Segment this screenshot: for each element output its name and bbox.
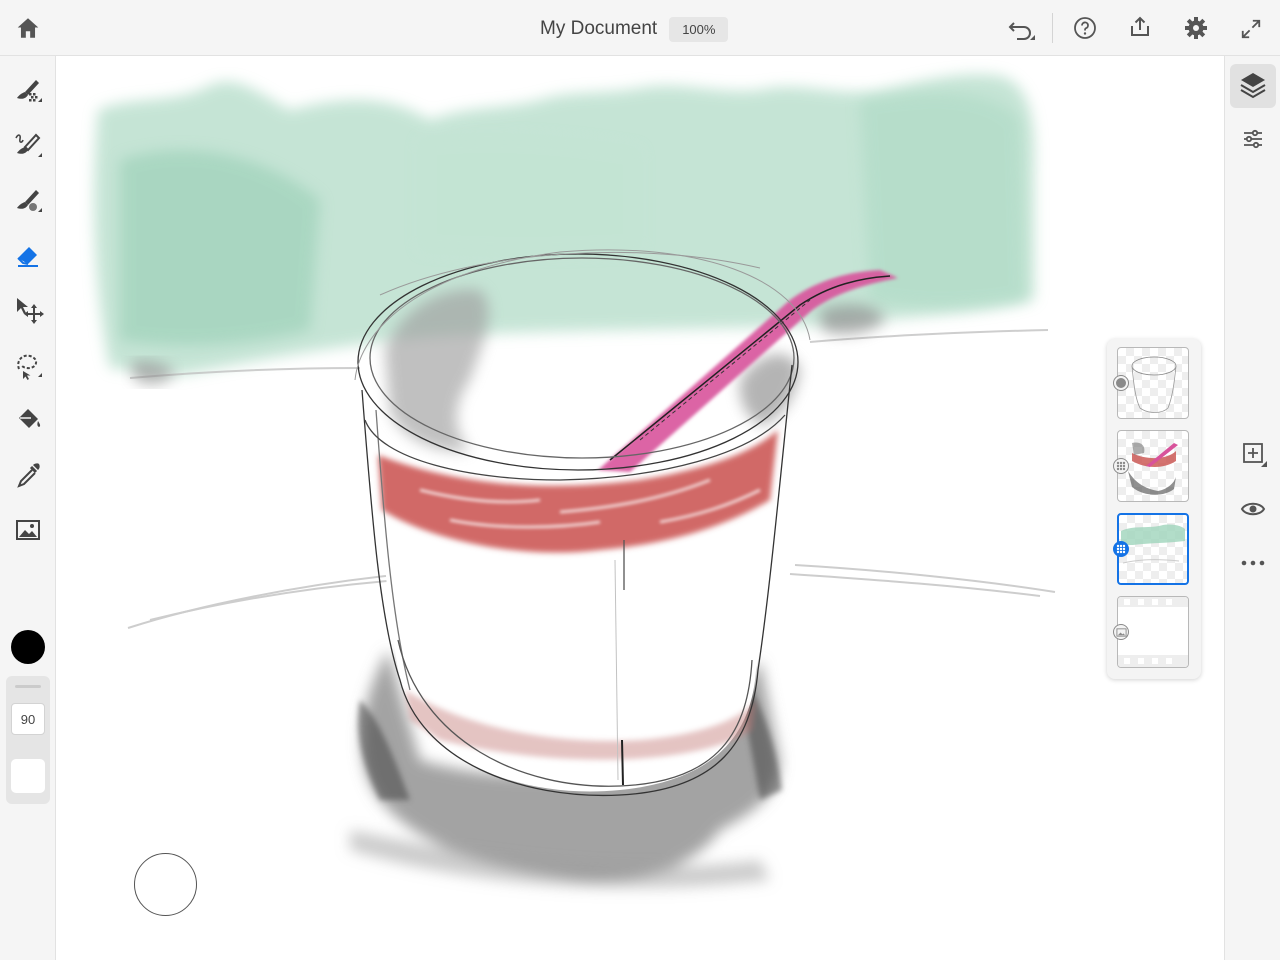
undo-icon [1008,22,1035,40]
live-brush-tool[interactable] [8,125,48,165]
transform-tool[interactable] [8,290,48,330]
pixel-layer-badge [1113,541,1129,557]
document-title-area: My Document 100% [540,16,729,42]
brush-size-value[interactable]: 90 [11,703,45,735]
watercolor-dots-icon [1116,461,1126,471]
brush-settings-panel: 90 [6,676,50,804]
move-icon [17,298,44,324]
gear-icon [1185,17,1207,39]
share-icon [1131,16,1149,36]
image-badge-icon [1115,627,1127,637]
panel-grip-handle[interactable] [15,685,41,688]
pixel-brush-icon [17,80,42,102]
settings-button[interactable] [1181,13,1211,43]
sketch-artwork [94,74,1056,889]
vector-dot-icon [1116,378,1126,388]
layer-properties-button[interactable] [1238,124,1268,154]
add-layer-button[interactable] [1238,438,1272,472]
help-icon [1074,17,1096,39]
eraser-icon [17,247,38,267]
pixel-brush-tool[interactable] [8,70,48,110]
vector-brush-tool[interactable] [8,180,48,220]
fill-tool[interactable] [8,400,48,440]
color-picker-swatch[interactable] [11,630,45,664]
zoom-level-indicator[interactable]: 100% [669,16,729,42]
share-button[interactable] [1125,12,1155,42]
add-layer-icon [1243,443,1267,467]
layers-icon [1240,73,1266,99]
vector-brush-icon [17,190,42,212]
live-paint-layer-badge [1113,458,1129,474]
pixel-grid-icon [1116,544,1126,554]
vector-layer-badge [1113,375,1129,391]
right-toolbar [1224,56,1280,960]
selection-tool[interactable] [8,345,48,385]
undo-button[interactable] [1004,12,1038,46]
eyedropper-icon [17,463,40,488]
drawing-canvas[interactable] [56,56,1224,960]
eyedropper-tool[interactable] [8,455,48,495]
brush-opacity-control[interactable] [11,759,45,793]
eraser-tool[interactable] [8,235,48,275]
background-wash-thumbnail [1121,524,1185,564]
lasso-icon [17,354,42,380]
top-bar: My Document 100% [0,0,1280,56]
image-icon [16,520,40,540]
layers-button[interactable] [1230,64,1276,108]
visibility-eye-icon [1240,502,1266,516]
home-icon [17,18,39,38]
layer-visibility-button[interactable] [1238,494,1268,524]
more-icon [1241,560,1265,566]
left-toolbar: 90 [0,56,56,960]
image-tool[interactable] [8,510,48,550]
help-button[interactable] [1070,13,1100,43]
image-layer-badge [1113,624,1129,640]
brush-cursor-preview [134,853,197,916]
fullscreen-button[interactable] [1236,14,1266,44]
paint-bucket-icon [19,409,41,428]
properties-icon [1244,129,1262,149]
toolbar-divider [1052,13,1053,43]
more-options-button[interactable] [1238,548,1268,578]
document-title[interactable]: My Document [540,18,657,40]
live-brush-icon [15,133,42,157]
layers-panel [1107,339,1201,679]
expand-icon [1241,19,1261,39]
home-button[interactable] [12,12,44,44]
